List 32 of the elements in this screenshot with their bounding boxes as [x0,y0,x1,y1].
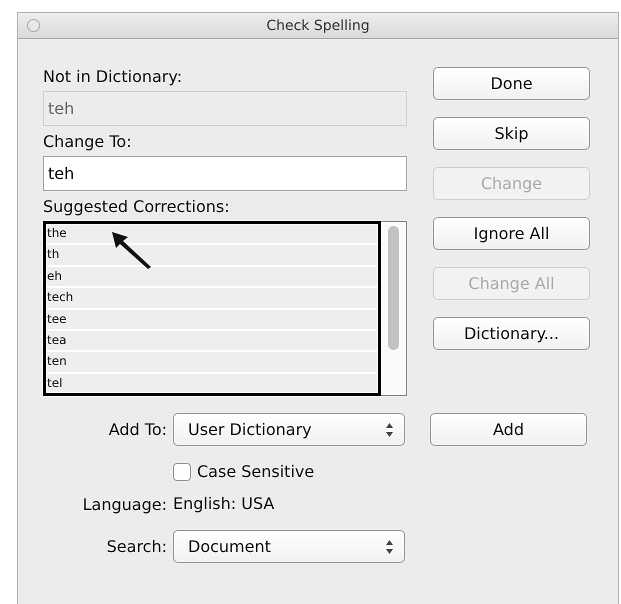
field-label: Search: [106,537,168,556]
suggestion-item[interactable]: tee [46,310,378,329]
suggestion-item[interactable]: eh [46,266,378,286]
checkbox[interactable] [173,463,191,481]
add-button[interactable]: Add [430,413,587,446]
suggestion-item[interactable]: th [46,245,378,265]
action-button[interactable]: Done [433,67,590,100]
dictionary-dropdown[interactable]: User Dictionary [173,413,405,446]
suggestion-item[interactable]: the [46,224,378,244]
mouse-pointer-icon [111,231,153,269]
suggestion-item[interactable]: tea [46,330,378,350]
suggestion-item[interactable]: tel [46,374,378,393]
close-button[interactable] [27,19,40,32]
scroll-thumb[interactable] [388,226,399,350]
field-label: Language: [82,494,168,514]
suggestion-item[interactable]: ten [46,352,378,372]
list-label: Suggested Corrections: [43,197,231,217]
field-label: Change To: [43,132,133,152]
action-button[interactable]: Ignore All [433,217,590,250]
action-button[interactable]: Dictionary... [433,317,590,350]
field-label: Add To: [108,420,168,439]
stepper-arrows-icon [385,538,394,554]
suggestion-item[interactable]: tech [46,288,378,308]
stepper-arrows-icon [385,422,394,438]
change-to-field[interactable]: teh [43,156,407,191]
checkbox-label: Case Sensitive [197,462,314,482]
scrollbar[interactable] [381,221,407,396]
search-dropdown[interactable]: Document [173,530,405,563]
window-title: Check Spelling [266,18,370,34]
field-label: Not in Dictionary: [43,67,184,87]
action-button[interactable]: Skip [433,117,590,150]
language-value: English: USA [173,493,276,515]
